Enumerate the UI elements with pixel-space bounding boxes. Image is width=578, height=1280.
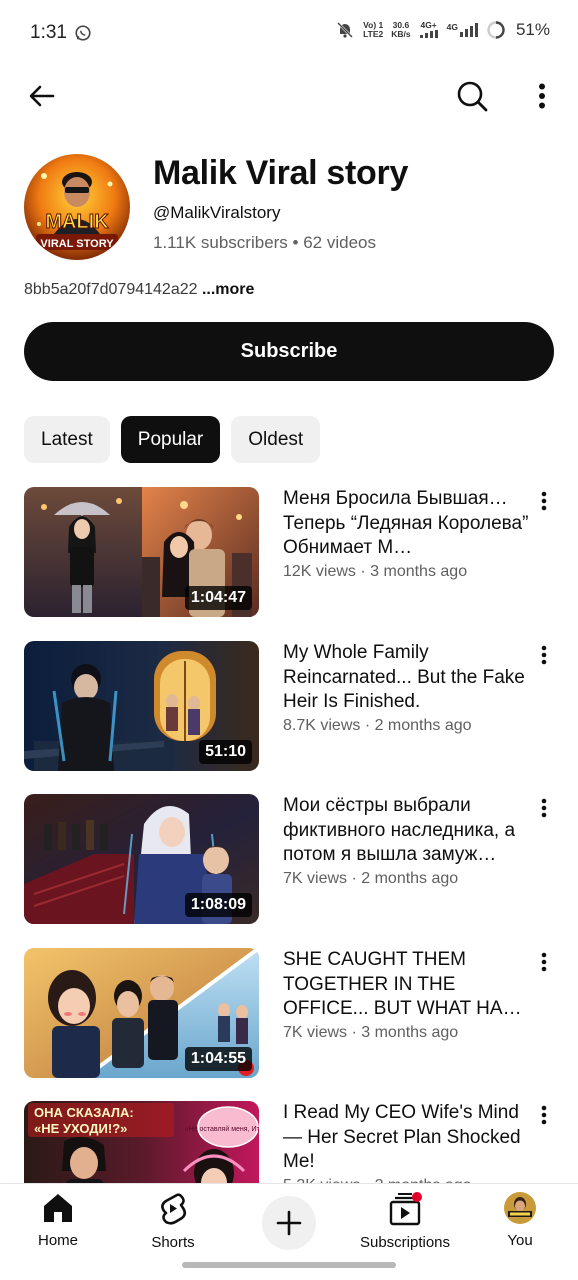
home-icon <box>44 1194 72 1222</box>
battery-percent: 51% <box>515 20 550 39</box>
channel-description[interactable]: 8bb5a20f7d0794142a22 ...more <box>24 281 254 299</box>
video-thumbnail[interactable]: 51:10 <box>24 641 259 771</box>
home-indicator[interactable] <box>182 1262 396 1268</box>
chip-oldest[interactable]: Oldest <box>231 416 321 463</box>
video-duration: 1:04:55 <box>184 1047 252 1071</box>
status-time: 1:31 <box>30 22 67 43</box>
back-button[interactable] <box>22 76 62 116</box>
video-item[interactable]: 1:04:55 SHE CAUGHT THEM TOGETHER IN THE … <box>24 948 554 1078</box>
video-menu-button[interactable] <box>534 950 554 974</box>
chip-latest[interactable]: Latest <box>24 416 110 463</box>
signal-1: 4G+ <box>419 19 439 40</box>
channel-name: Malik Viral story <box>153 154 409 192</box>
video-title-text: Меня Бросила Бывшая… Теперь “Ледяная Кор… <box>283 488 529 558</box>
nav-subscriptions[interactable]: Subscriptions <box>350 1192 460 1251</box>
video-item[interactable]: 1:04:47 Меня Бросила Бывшая… Теперь “Лед… <box>24 487 554 617</box>
description-text: 8bb5a20f7d0794142a22 <box>24 281 198 298</box>
video-title[interactable]: My Whole Family Reincarnated... But the … <box>283 641 533 715</box>
video-menu-button[interactable] <box>534 1103 554 1127</box>
signal-bars-icon <box>419 29 438 38</box>
video-thumbnail[interactable]: 1:04:55 <box>24 948 259 1078</box>
subscriber-count: 1.11K subscribers <box>153 233 288 252</box>
video-title-text: Мои сёстры выбрали фиктивного наследника… <box>283 795 516 865</box>
nav-you-label: You <box>507 1232 533 1249</box>
video-duration: 1:08:09 <box>184 893 252 917</box>
avatar-text-top: MALIK <box>45 211 109 233</box>
net-4g-plus-label: 4G+ <box>420 19 437 30</box>
stats-separator: • <box>287 233 304 252</box>
vertical-dots-icon <box>541 1105 547 1125</box>
video-item[interactable]: 1:08:09 Мои сёстры выбрали фиктивного на… <box>24 794 554 924</box>
video-meta: 7K views · 2 months ago <box>283 870 459 887</box>
speed-indicator: 30.6 KB/s <box>391 21 410 39</box>
avatar-text-bottom: VIRAL STORY <box>40 238 114 250</box>
video-duration: 1:04:47 <box>184 586 252 610</box>
plus-icon <box>276 1210 302 1236</box>
channel-handle: @MalikViralstory <box>153 203 281 222</box>
thumb-text-1: ОНА СКАЗАЛА: <box>34 1105 134 1120</box>
mute-bell-icon <box>337 22 353 38</box>
nav-home[interactable]: Home <box>3 1192 113 1249</box>
video-item[interactable]: 51:10 My Whole Family Reincarnated... Bu… <box>24 641 554 771</box>
more-options-button[interactable] <box>526 76 558 116</box>
subscriptions-icon <box>389 1192 422 1226</box>
subscribe-button[interactable]: Subscribe <box>24 322 554 381</box>
vertical-dots-icon <box>541 645 547 665</box>
speed-unit: KB/s <box>391 29 411 39</box>
video-meta: 7K views · 3 months ago <box>283 1024 459 1041</box>
video-menu-button[interactable] <box>534 643 554 667</box>
video-thumbnail[interactable]: 1:08:09 <box>24 794 259 924</box>
sort-chips: Latest Popular Oldest <box>24 416 321 463</box>
nav-shorts-label: Shorts <box>151 1234 195 1251</box>
thumb-text-2: «НЕ УХОДИ!?» <box>34 1121 127 1136</box>
search-icon <box>457 81 488 112</box>
thumb-text-3: «Не оставляй меня, Итан» <box>185 1125 259 1133</box>
video-menu-button[interactable] <box>534 489 554 513</box>
vertical-dots-icon <box>541 798 547 818</box>
nav-home-label: Home <box>37 1232 78 1249</box>
video-title[interactable]: I Read My CEO Wife's Mind — Her Secret P… <box>283 1101 533 1175</box>
nav-you[interactable]: You <box>465 1192 575 1249</box>
video-title[interactable]: Мои сёстры выбрали фиктивного наследника… <box>283 794 533 868</box>
battery-ring-icon <box>487 21 505 39</box>
search-button[interactable] <box>452 74 492 118</box>
create-button[interactable] <box>262 1196 316 1250</box>
vertical-dots-icon <box>539 83 545 109</box>
video-menu-button[interactable] <box>534 796 554 820</box>
status-indicators: Vo) 1 LTE2 30.6 KB/s 4G+ 4G 51% <box>335 20 550 40</box>
nav-shorts[interactable]: Shorts <box>118 1192 228 1251</box>
status-bar: 1:31 Vo) 1 LTE2 30.6 KB/s 4G+ 4G 51% <box>0 0 578 68</box>
video-title-text: My Whole Family Reincarnated... But the … <box>283 642 525 712</box>
signal-bars-icon <box>459 23 478 37</box>
arrow-left-icon <box>29 85 55 107</box>
volte-indicator: Vo) 1 LTE2 <box>363 21 383 39</box>
top-bar <box>0 68 578 124</box>
video-meta: 12K views · 3 months ago <box>283 563 468 580</box>
video-title-text: I Read My CEO Wife's Mind — Her Secret P… <box>283 1102 521 1172</box>
video-duration: 51:10 <box>199 740 252 764</box>
vertical-dots-icon <box>541 952 547 972</box>
lte-label: LTE2 <box>363 29 384 39</box>
chip-popular[interactable]: Popular <box>120 416 221 463</box>
vertical-dots-icon <box>541 491 547 511</box>
shorts-icon <box>161 1193 187 1225</box>
channel-avatar[interactable]: MALIK VIRAL STORY <box>24 154 130 260</box>
nav-subscriptions-label: Subscriptions <box>359 1234 451 1251</box>
more-link[interactable]: ...more <box>198 281 254 298</box>
whatsapp-icon <box>75 25 91 41</box>
channel-stats: 1.11K subscribers • 62 videos <box>153 233 376 253</box>
video-title[interactable]: Меня Бросила Бывшая… Теперь “Ледяная Кор… <box>283 487 533 561</box>
video-title[interactable]: SHE CAUGHT THEM TOGETHER IN THE OFFICE..… <box>283 948 533 1022</box>
video-title-text: SHE CAUGHT THEM TOGETHER IN THE OFFICE..… <box>283 949 522 1019</box>
signal-2: 4G <box>447 23 478 37</box>
user-avatar-icon <box>504 1192 536 1224</box>
video-thumbnail[interactable]: 1:04:47 <box>24 487 259 617</box>
video-meta: 8.7K views · 2 months ago <box>283 717 472 734</box>
channel-avatar-image: MALIK VIRAL STORY <box>24 154 130 260</box>
net-4g-label: 4G <box>446 22 458 32</box>
video-count: 62 videos <box>303 233 376 252</box>
